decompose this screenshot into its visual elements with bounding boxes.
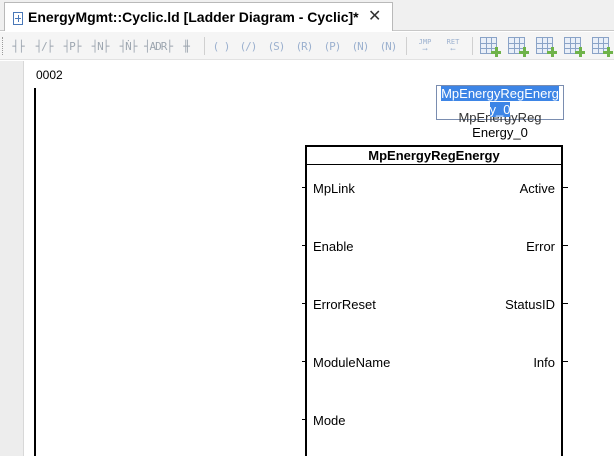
output-pin-connector[interactable] [563, 303, 568, 304]
negated-transition-coil-icon[interactable]: (N) [378, 36, 398, 56]
output-pin-error[interactable]: Error [526, 239, 555, 254]
toolbar-grip[interactable] [2, 37, 5, 55]
insert-row-above-icon[interactable] [480, 37, 501, 57]
instance-name-line2: Energy_0 [472, 125, 528, 140]
toolbar-separator [204, 37, 205, 55]
coil-icon[interactable]: ( ) [211, 36, 231, 56]
input-pin-connector[interactable] [302, 361, 306, 362]
plus-icon [603, 47, 613, 57]
closed-contact-icon[interactable]: ┤/├ [34, 36, 54, 56]
negative-edge-contact-icon[interactable]: ┤N├ [90, 36, 110, 56]
negative-transition-coil-icon[interactable]: (N) [350, 36, 370, 56]
input-pin-errorreset[interactable]: ErrorReset [313, 297, 376, 312]
input-pin-mode[interactable]: Mode [313, 413, 346, 428]
tab-title: EnergyMgmt::Cyclic.ld [Ladder Diagram - … [28, 9, 359, 25]
function-block-type: MpEnergyRegEnergy [307, 147, 561, 165]
input-pin-modulename[interactable]: ModuleName [313, 355, 390, 370]
output-pin-connector[interactable] [563, 187, 568, 188]
insert-network-icon[interactable] [592, 37, 613, 57]
reset-coil-icon[interactable]: (R) [294, 36, 314, 56]
input-pin-connector[interactable] [302, 419, 306, 420]
input-pin-connector[interactable] [302, 245, 306, 246]
output-pin-statusid[interactable]: StatusID [505, 297, 555, 312]
instance-name-label: Energy_0 [436, 125, 564, 140]
output-pin-connector[interactable] [563, 361, 568, 362]
instance-name-selected-text[interactable]: MpEnergyRegEnerg y_0 [437, 86, 563, 118]
ladder-editor[interactable]: 0002 MpEnergyReg MpEnergyRegEnerg y_0 En… [0, 61, 614, 456]
close-tab-icon[interactable]: ✕ [368, 7, 381, 27]
input-pin-connector[interactable] [302, 303, 306, 304]
open-contact-icon[interactable]: ┤├ [8, 36, 28, 56]
set-coil-icon[interactable]: (S) [266, 36, 286, 56]
positive-transition-coil-icon[interactable]: (P) [322, 36, 342, 56]
output-pin-active[interactable]: Active [520, 181, 555, 196]
ladder-toolbar: ┤├ ┤/├ ┤P├ ┤N├ ┤Ṅ├ ┤ADR├ ╫ ( ) (/) (S) (… [0, 32, 614, 60]
instance-name-input[interactable]: MpEnergyReg MpEnergyRegEnerg y_0 [436, 85, 564, 125]
document-tab[interactable]: EnergyMgmt::Cyclic.ld [Ladder Diagram - … [4, 2, 393, 31]
editor-gutter [0, 61, 24, 456]
return-arrow: ⟵ [450, 45, 456, 53]
toolbar-separator [406, 37, 407, 55]
input-pin-enable[interactable]: Enable [313, 239, 353, 254]
ladder-file-icon [13, 12, 23, 25]
document-tab-strip: EnergyMgmt::Cyclic.ld [Ladder Diagram - … [0, 0, 614, 31]
address-contact-icon[interactable]: ┤ADR├ [144, 36, 173, 56]
function-block[interactable]: MpEnergyRegEnergy MpLink Enable ErrorRes… [305, 145, 563, 456]
jump-icon[interactable]: JMP ⟶ [414, 36, 436, 56]
jump-arrow: ⟶ [422, 45, 428, 53]
insert-row-below-icon[interactable] [508, 37, 529, 57]
plus-icon [575, 47, 585, 57]
negated-edge-contact-icon[interactable]: ┤Ṅ├ [118, 36, 138, 56]
left-power-rail [34, 88, 36, 456]
plus-icon [519, 47, 529, 57]
return-icon[interactable]: RET ⟵ [442, 36, 464, 56]
toolbar-separator [472, 37, 473, 55]
plus-icon [547, 47, 557, 57]
rung-number[interactable]: 0002 [36, 68, 63, 82]
instance-name-selected-line1: MpEnergyRegEnerg [441, 86, 559, 101]
input-pin-connector[interactable] [302, 187, 306, 188]
output-pin-connector[interactable] [563, 245, 568, 246]
plus-icon [491, 47, 501, 57]
instance-name-selected-line2: y_0 [489, 102, 511, 117]
insert-column-right-icon[interactable] [564, 37, 585, 57]
positive-edge-contact-icon[interactable]: ┤P├ [62, 36, 82, 56]
parallel-branch-icon[interactable]: ╫ [176, 36, 196, 56]
insert-column-left-icon[interactable] [536, 37, 557, 57]
output-pin-info[interactable]: Info [533, 355, 555, 370]
input-pin-mplink[interactable]: MpLink [313, 181, 355, 196]
negated-coil-icon[interactable]: (/) [238, 36, 258, 56]
